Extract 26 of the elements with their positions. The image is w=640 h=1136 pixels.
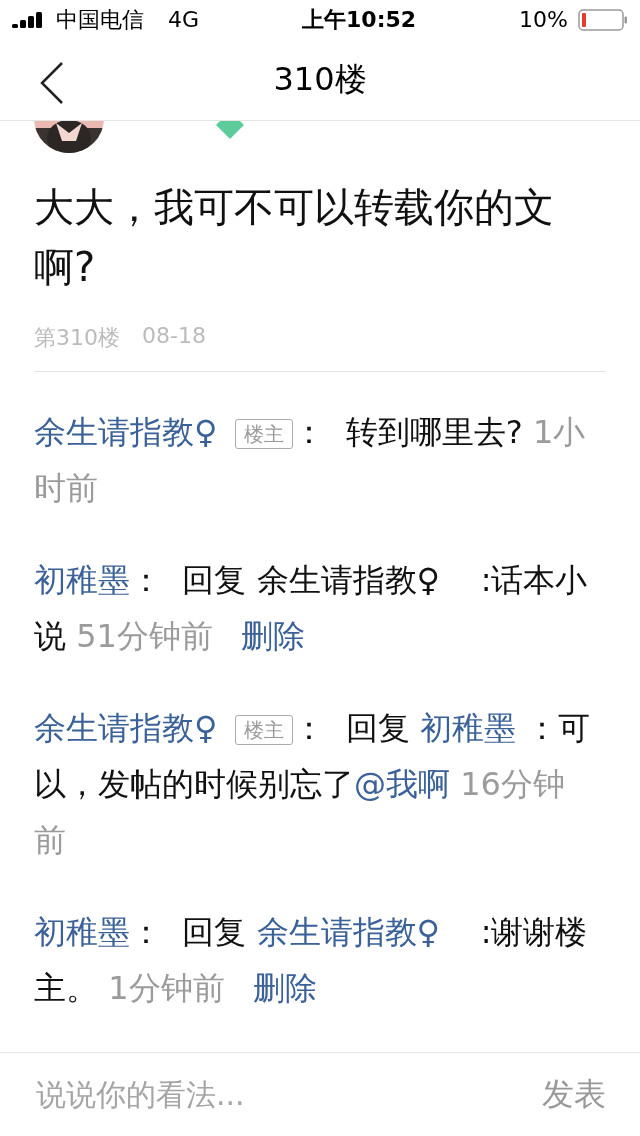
comment: 余生请指教♀ 楼主 ： 转到哪里去? 1小时前 (34, 412, 587, 510)
nav-title: 310楼 (273, 58, 367, 100)
comment: 初稚墨： 回复 余生请指教♀ :谢谢楼主。 1分钟前 删除 (34, 912, 589, 1010)
delete-link[interactable]: 删除 (240, 617, 305, 656)
floor-number: 第310楼 (34, 324, 120, 353)
carrier: 中国电信 (56, 5, 144, 34)
back-icon[interactable] (38, 61, 66, 106)
author-link[interactable]: 余生请指教♀ (34, 709, 218, 748)
user-link[interactable]: 初稚墨 (419, 709, 516, 748)
battery-icon (578, 8, 628, 31)
comment: 余生请指教♀ 楼主 ： 回复 初稚墨 ：可以，发帖的时候别忘了@我啊 16分钟前 (34, 708, 592, 862)
op-badge: 楼主 (235, 419, 294, 450)
user-link[interactable]: 余生请指教♀ (256, 913, 440, 952)
post-date: 08-18 (142, 323, 206, 351)
author-link[interactable]: 初稚墨 (34, 561, 130, 600)
comment-input[interactable]: 说说你的看法... (34, 1076, 542, 1114)
user-link[interactable]: @我啊 (354, 765, 450, 804)
delete-link[interactable]: 删除 (252, 969, 317, 1008)
battery-percent: 10% (519, 7, 568, 33)
author-link[interactable]: 余生请指教♀ (34, 413, 218, 452)
clock: 上午10:52 (302, 5, 417, 34)
post-content: 大大，我可不可以转载你的文啊? (34, 183, 555, 293)
network-type: 4G (168, 7, 200, 33)
author-link[interactable]: 初稚墨 (34, 913, 130, 952)
op-badge: 楼主 (235, 715, 294, 746)
comment: 初稚墨： 回复 余生请指教♀ :话本小说 51分钟前 删除 (34, 560, 589, 658)
